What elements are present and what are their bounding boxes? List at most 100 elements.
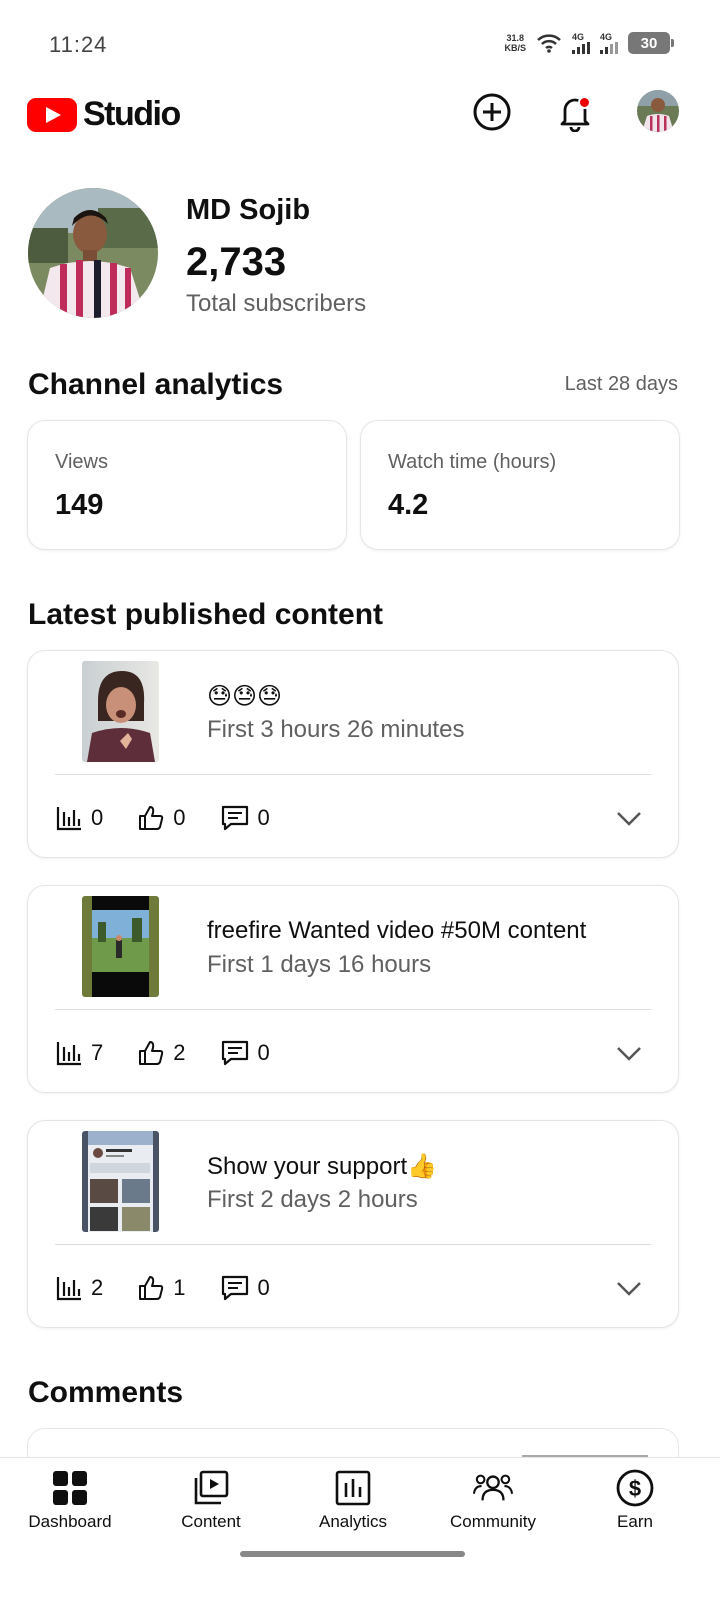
channel-avatar[interactable] xyxy=(28,188,158,318)
expand-button[interactable] xyxy=(614,1276,644,1300)
comments-count: 0 xyxy=(257,1040,270,1065)
analytics-icon xyxy=(333,1468,373,1508)
logo-text: Studio xyxy=(83,95,181,133)
chevron-down-icon xyxy=(617,1047,641,1061)
chevron-down-icon xyxy=(617,1282,641,1296)
video-title: Show your support👍 xyxy=(207,1153,437,1180)
status-time: 11:24 xyxy=(49,32,108,57)
video-stats: 0 0 0 xyxy=(55,801,304,835)
thumbnail-image xyxy=(82,1131,159,1232)
bar-chart-icon xyxy=(56,807,81,831)
studio-logo[interactable]: Studio xyxy=(27,95,181,134)
notifications-button[interactable] xyxy=(553,90,597,134)
earn-icon: $ xyxy=(615,1468,655,1508)
latest-content-title: Latest published content xyxy=(28,598,384,631)
video-stats: 2 1 0 xyxy=(55,1271,304,1305)
video-thumbnail[interactable] xyxy=(82,1131,159,1232)
video-title: freefire Wanted video #50M content xyxy=(207,917,587,944)
expand-button[interactable] xyxy=(614,1041,644,1065)
views-stat: 0 xyxy=(55,804,103,832)
status-bar: 11:24 31.8 KB/S 4G 4G 30 xyxy=(0,0,720,90)
channel-name: MD Sojib xyxy=(186,194,311,226)
app-header: Studio xyxy=(0,85,720,145)
nav-label: Analytics xyxy=(318,1512,388,1531)
card-divider xyxy=(55,1244,651,1245)
video-thumbnail[interactable] xyxy=(82,896,159,997)
battery-indicator: 30 xyxy=(628,32,674,54)
views-value: 149 xyxy=(55,489,104,521)
svg-text:$: $ xyxy=(629,1476,641,1501)
watch-time-label: Watch time (hours) xyxy=(388,451,557,473)
likes-count: 0 xyxy=(173,805,186,830)
nav-label: Content xyxy=(181,1512,241,1531)
comments-stat: 0 xyxy=(220,1274,270,1302)
channel-avatar-image xyxy=(28,188,158,318)
add-circle-icon xyxy=(473,93,511,131)
views-count: 0 xyxy=(91,805,104,830)
comments-count: 0 xyxy=(257,1275,270,1300)
home-indicator[interactable] xyxy=(240,1551,465,1557)
nav-label: Dashboard xyxy=(28,1512,112,1531)
comment-icon xyxy=(221,805,248,831)
comments-title: Comments xyxy=(28,1376,184,1409)
status-icons: 31.8 KB/S 4G 4G 30 xyxy=(504,32,674,54)
likes-count: 2 xyxy=(173,1040,186,1065)
account-avatar[interactable] xyxy=(637,90,679,132)
video-performance-period: First 1 days 16 hours xyxy=(207,951,432,978)
views-count: 2 xyxy=(91,1275,104,1300)
video-card[interactable]: freefire Wanted video #50M content First… xyxy=(27,885,679,1093)
content-icon xyxy=(191,1468,231,1508)
thumbs-up-icon xyxy=(139,806,164,830)
video-performance-period: First 3 hours 26 minutes xyxy=(207,716,465,743)
bottom-navigation: Dashboard Content Analytics Community $ … xyxy=(0,1457,720,1600)
video-card[interactable]: 😓😓😓 First 3 hours 26 minutes 0 0 0 xyxy=(27,650,679,858)
nav-dashboard[interactable]: Dashboard xyxy=(0,1468,140,1538)
likes-count: 1 xyxy=(173,1275,186,1300)
views-card[interactable]: Views 149 xyxy=(27,420,347,550)
subscriber-count: 2,733 xyxy=(186,240,287,284)
video-performance-period: First 2 days 2 hours xyxy=(207,1186,418,1213)
signal-bars-icon xyxy=(572,42,590,54)
thumbnail-image xyxy=(82,661,159,762)
views-stat: 7 xyxy=(55,1039,103,1067)
video-card[interactable]: Show your support👍 First 2 days 2 hours … xyxy=(27,1120,679,1328)
nav-earn[interactable]: $ Earn xyxy=(565,1468,705,1538)
avatar-image xyxy=(637,90,679,132)
comment-icon xyxy=(221,1040,248,1066)
analytics-date-range: Last 28 days xyxy=(564,373,678,395)
thumbs-up-icon xyxy=(139,1041,164,1065)
views-stat: 2 xyxy=(55,1274,103,1302)
views-count: 7 xyxy=(91,1040,104,1065)
nav-analytics[interactable]: Analytics xyxy=(283,1468,423,1538)
watch-time-value: 4.2 xyxy=(388,489,429,521)
comment-icon xyxy=(221,1275,248,1301)
bar-chart-icon xyxy=(56,1042,81,1066)
thumbnail-image xyxy=(82,896,159,997)
dashboard-icon xyxy=(50,1468,90,1508)
thumbs-up-icon xyxy=(139,1276,164,1300)
nav-label: Community xyxy=(450,1512,536,1531)
cell-signal-1: 4G xyxy=(572,32,590,54)
wifi-icon xyxy=(537,34,561,53)
youtube-play-logo-icon xyxy=(27,97,77,132)
create-button[interactable] xyxy=(470,90,514,134)
comments-stat: 0 xyxy=(220,804,270,832)
card-divider xyxy=(55,774,651,775)
comments-count: 0 xyxy=(257,805,270,830)
chevron-down-icon xyxy=(617,812,641,826)
cell-signal-2: 4G xyxy=(600,32,618,54)
video-stats: 7 2 0 xyxy=(55,1036,304,1070)
likes-stat: 1 xyxy=(137,1274,186,1302)
video-title: 😓😓😓 xyxy=(207,683,283,710)
channel-profile: MD Sojib 2,733 Total subscribers xyxy=(28,188,698,320)
network-speed: 31.8 KB/S xyxy=(504,33,526,53)
expand-button[interactable] xyxy=(614,806,644,830)
video-thumbnail[interactable] xyxy=(82,661,159,762)
likes-stat: 0 xyxy=(137,804,186,832)
watch-time-card[interactable]: Watch time (hours) 4.2 xyxy=(360,420,680,550)
nav-community[interactable]: Community xyxy=(423,1468,563,1538)
nav-content[interactable]: Content xyxy=(141,1468,281,1538)
comments-stat: 0 xyxy=(220,1039,270,1067)
community-icon xyxy=(473,1468,513,1508)
subscriber-label: Total subscribers xyxy=(186,290,367,317)
